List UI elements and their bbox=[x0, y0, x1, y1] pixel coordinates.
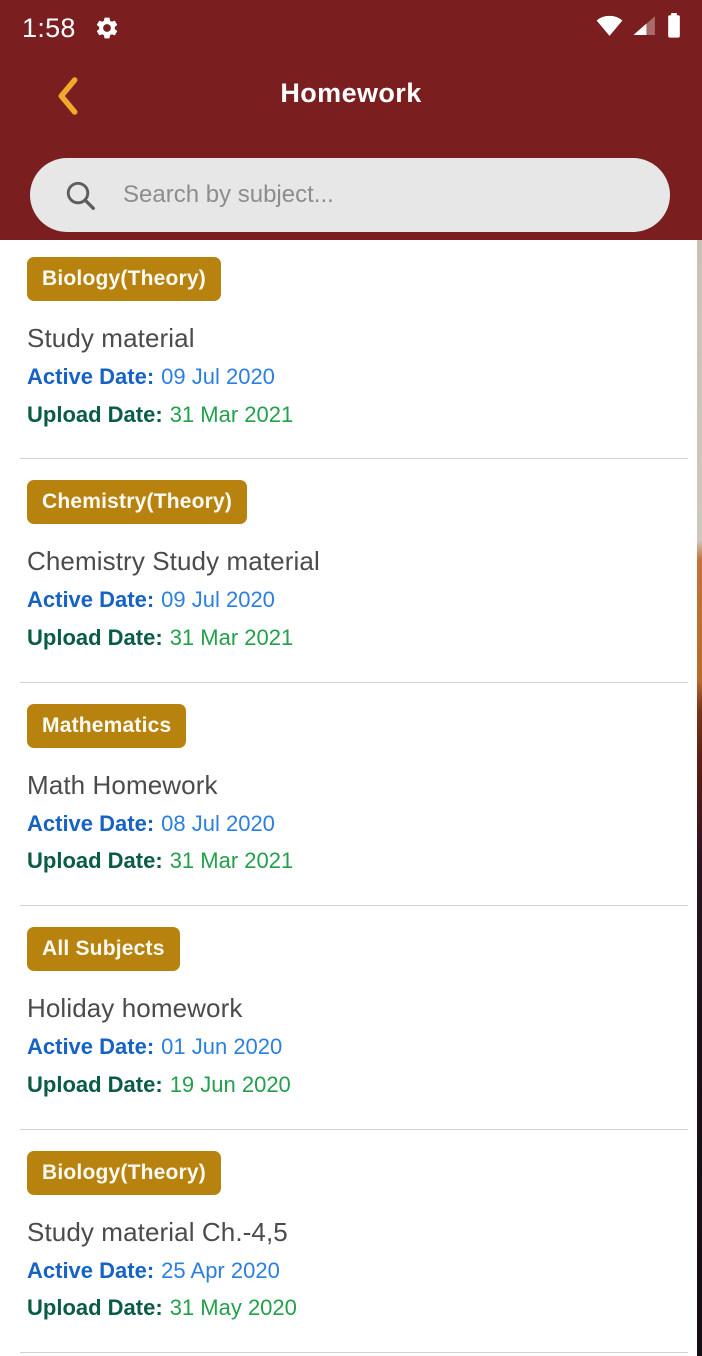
upload-date-line: Upload Date: 31 Mar 2021 bbox=[27, 400, 702, 430]
cellular-signal-icon bbox=[632, 15, 657, 42]
homework-list: Biology(Theory) Study material Active Date… bbox=[0, 240, 702, 1356]
status-bar: 1:58 bbox=[0, 0, 702, 56]
homework-title: Holiday homework bbox=[27, 993, 243, 1024]
active-date-line: Active Date: 25 Apr 2020 bbox=[27, 1256, 702, 1286]
homework-title: Chemistry Study material bbox=[27, 546, 320, 577]
gear-icon bbox=[94, 15, 120, 41]
upload-date-value: 31 May 2020 bbox=[169, 1295, 297, 1321]
homework-title: Math Homework bbox=[27, 769, 218, 800]
homework-row[interactable]: All Subjects Holiday homework Active Date:… bbox=[0, 927, 702, 1128]
active-date-label: Active Date: bbox=[27, 810, 155, 836]
row-spacer bbox=[0, 459, 702, 480]
upload-date-label: Upload Date: bbox=[27, 848, 163, 874]
active-date-line: Active Date: 08 Jul 2020 bbox=[27, 809, 702, 839]
search-bar[interactable] bbox=[30, 158, 670, 232]
adjacent-screen-edge-sliver bbox=[697, 240, 702, 1356]
subject-badge[interactable]: All Subjects bbox=[27, 927, 180, 972]
active-date-line: Active Date: 01 Jun 2020 bbox=[27, 1032, 702, 1062]
upload-date-value: 31 Mar 2021 bbox=[169, 625, 294, 651]
subject-badge[interactable]: Biology(Theory) bbox=[27, 257, 221, 301]
active-date-line: Active Date: 09 Jul 2020 bbox=[27, 362, 702, 392]
active-date-value: 01 Jun 2020 bbox=[161, 1034, 283, 1060]
homework-row[interactable]: Biology(Theory) Study material Active Date… bbox=[0, 257, 702, 458]
active-date-label: Active Date: bbox=[27, 1257, 155, 1283]
search-icon bbox=[64, 179, 97, 212]
active-date-value: 08 Jul 2020 bbox=[161, 810, 275, 836]
active-date-value: 25 Apr 2020 bbox=[161, 1257, 280, 1283]
subject-badge[interactable]: Mathematics bbox=[27, 703, 187, 748]
upload-date-label: Upload Date: bbox=[27, 1295, 163, 1321]
active-date-value: 09 Jul 2020 bbox=[161, 587, 275, 613]
upload-date-value: 31 Mar 2021 bbox=[169, 401, 294, 427]
upload-date-line: Upload Date: 31 Mar 2021 bbox=[27, 623, 702, 653]
active-date-label: Active Date: bbox=[27, 1034, 155, 1060]
status-bar-indicators bbox=[596, 13, 682, 43]
subject-badge[interactable]: Biology(Theory) bbox=[27, 1150, 221, 1195]
active-date-line: Active Date: 09 Jul 2020 bbox=[27, 585, 702, 615]
page-title: Homework bbox=[280, 78, 422, 108]
upload-date-line: Upload Date: 19 Jun 2020 bbox=[27, 1070, 702, 1100]
app-bar: Homework bbox=[0, 56, 702, 240]
active-date-label: Active Date: bbox=[27, 364, 155, 389]
homework-title: Study material Ch.-4,5 bbox=[27, 1216, 288, 1247]
upload-date-label: Upload Date: bbox=[27, 1071, 163, 1097]
homework-row[interactable]: Chemistry(Theory) Chemistry Study materia… bbox=[0, 480, 702, 681]
subject-badge[interactable]: Chemistry(Theory) bbox=[27, 480, 248, 525]
wifi-icon bbox=[596, 15, 623, 42]
upload-date-line: Upload Date: 31 Mar 2021 bbox=[27, 846, 702, 876]
active-date-label: Active Date: bbox=[27, 587, 155, 613]
active-date-value: 09 Jul 2020 bbox=[161, 364, 275, 389]
homework-title: Study material bbox=[27, 323, 195, 353]
upload-date-label: Upload Date: bbox=[27, 401, 163, 427]
search-input[interactable] bbox=[123, 181, 548, 209]
row-spacer bbox=[0, 683, 702, 704]
homework-row[interactable]: Mathematics Math Homework Active Date: 08 J… bbox=[0, 703, 702, 905]
battery-icon bbox=[666, 13, 682, 43]
upload-date-value: 19 Jun 2020 bbox=[169, 1071, 291, 1097]
upload-date-label: Upload Date: bbox=[27, 625, 163, 651]
row-spacer bbox=[0, 1130, 702, 1151]
row-spacer bbox=[0, 906, 702, 927]
homework-row[interactable]: Biology(Theory) Study material Ch.-4,5 Act… bbox=[0, 1150, 702, 1352]
upload-date-value: 31 Mar 2021 bbox=[169, 848, 294, 874]
upload-date-line: Upload Date: 31 May 2020 bbox=[27, 1293, 702, 1323]
status-bar-clock: 1:58 bbox=[22, 12, 76, 43]
